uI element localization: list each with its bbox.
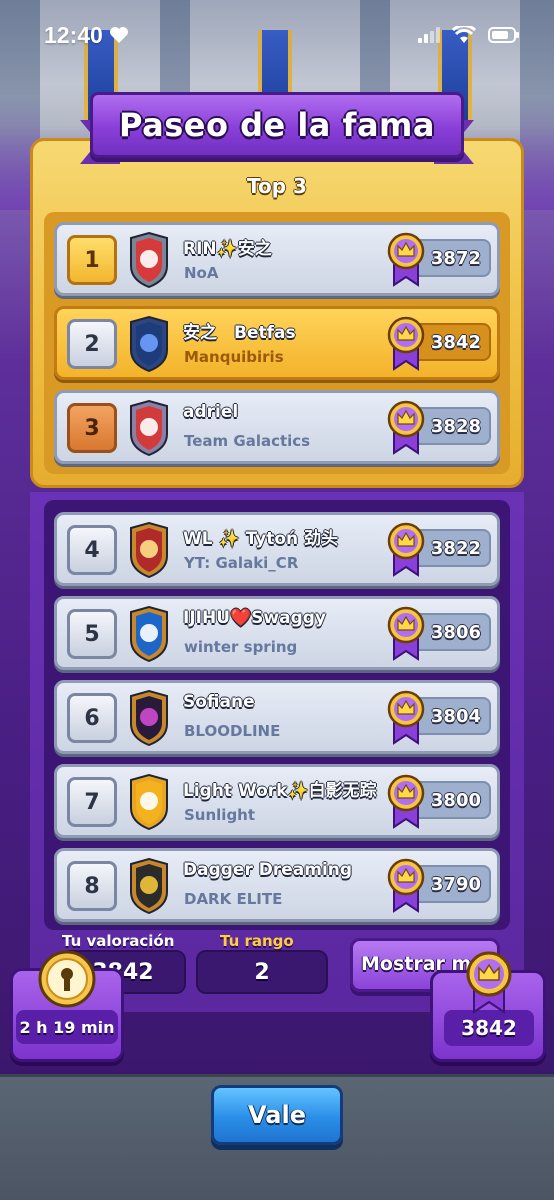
crown-medal-icon (387, 316, 425, 371)
red-lightning-shield-icon (130, 232, 168, 288)
clan-name: YT: Galaki_CR (184, 554, 299, 572)
page-title: Paseo de la fama (119, 106, 435, 144)
rocket-shield-icon (130, 522, 168, 578)
player-row[interactable]: 6 Sofiane BLOODLINE 3804 (54, 680, 500, 754)
gold-flame-shield-icon (130, 774, 168, 830)
player-name: Light Work✨白影无踪 (183, 781, 377, 801)
rating-label: Tu valoración (62, 932, 175, 950)
clan-name: Sunlight (184, 806, 256, 824)
player-row[interactable]: 2 安之 Betfas Manquibiris 3842 (54, 306, 500, 380)
crown-medal-icon (387, 232, 425, 287)
player-row[interactable]: 4 WL ✨ Tytoń 劲头 YT: Galaki_CR 3822 (54, 512, 500, 586)
rank-label: Tu rango (220, 932, 294, 950)
clan-name: winter spring (184, 638, 298, 656)
player-row[interactable]: 8 Dagger Dreaming DARK ELITE 3790 (54, 848, 500, 922)
status-bar: 12:40 (0, 0, 554, 70)
rank-number: 3 (67, 403, 117, 453)
clan-name: Team Galactics (184, 432, 311, 450)
player-name: adriel (183, 402, 239, 422)
wifi-icon (452, 26, 476, 43)
season-timer: 2 h 19 min (16, 1010, 118, 1044)
heart-icon (109, 27, 128, 43)
crown-medal-icon (387, 400, 425, 455)
clan-name: Manquibiris (184, 348, 284, 366)
crown-shield-icon (130, 858, 168, 914)
player-name: Sofiane (183, 692, 255, 712)
battery-icon (488, 27, 519, 43)
player-row[interactable]: 3 adriel Team Galactics 3828 (54, 390, 500, 464)
crown-medal-icon (466, 951, 512, 1014)
rank-number: 6 (67, 693, 117, 743)
player-name: 安之 Betfas (183, 323, 296, 343)
top3-heading: Top 3 (247, 174, 307, 198)
rank-number: 1 (67, 235, 117, 285)
snowflake-shield-icon (130, 606, 168, 662)
crown-medal-icon (387, 774, 425, 829)
clan-name: DARK ELITE (184, 890, 283, 908)
player-name: RIN✨安之 (183, 239, 272, 259)
crown-medal-icon (387, 858, 425, 913)
rank-number: 5 (67, 609, 117, 659)
rank-number: 7 (67, 777, 117, 827)
title-ribbon: Paseo de la fama (80, 86, 474, 170)
blue-mountain-shield-icon (130, 316, 168, 372)
crown-medal-icon (387, 690, 425, 745)
player-row[interactable]: 7 Light Work✨白影无踪 Sunlight 3800 (54, 764, 500, 838)
clan-name: NoA (184, 264, 219, 282)
player-name: IJIHU❤️Swaggy (183, 608, 327, 628)
player-name: Dagger Dreaming (183, 860, 353, 880)
timer-lock-icon (38, 950, 96, 1008)
potion-drop-shield-icon (130, 690, 168, 746)
rank-number: 2 (67, 319, 117, 369)
rank-number: 8 (67, 861, 117, 911)
status-time: 12:40 (44, 21, 103, 48)
crown-medal-icon (387, 606, 425, 661)
clan-name: BLOODLINE (184, 722, 281, 740)
player-row[interactable]: 5 IJIHU❤️Swaggy winter spring 3806 (54, 596, 500, 670)
rank-number: 4 (67, 525, 117, 575)
rank-value: 2 (196, 950, 328, 994)
fortress-shield-icon (130, 400, 168, 456)
player-row[interactable]: 1 RIN✨安之 NoA 3872 (54, 222, 500, 296)
ok-button[interactable]: Vale (211, 1085, 343, 1145)
crown-medal-icon (387, 522, 425, 577)
player-name: WL ✨ Tytoń 劲头 (183, 529, 339, 549)
signal-icon (418, 27, 440, 43)
